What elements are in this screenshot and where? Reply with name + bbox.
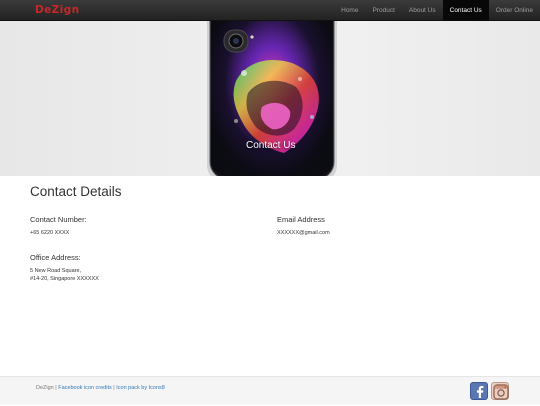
email-address-value[interactable]: XXXXXX@gmail.com — [277, 229, 330, 237]
email-address-label: Email Address — [277, 215, 325, 224]
nav-item-contact-us[interactable]: Contact Us — [442, 0, 489, 21]
facebook-icon[interactable] — [470, 382, 488, 400]
hero-banner: Contact Us — [0, 21, 540, 176]
navbar: DeZign Home Product About Us Contact Us … — [0, 0, 540, 21]
office-address-line1: 5 New Road Square, — [30, 268, 82, 274]
footer-credits: DeZign | Facebook icon credits | Icon pa… — [36, 385, 165, 391]
footer: DeZign | Facebook icon credits | Icon pa… — [0, 376, 540, 405]
instagram-icon[interactable] — [491, 382, 509, 400]
office-address-line2: #14-20, Singapore XXXXXX — [30, 276, 99, 282]
phone-case-image — [207, 21, 337, 176]
brand-logo[interactable]: DeZign — [35, 4, 79, 16]
page-title: Contact Details — [30, 184, 122, 199]
icons8-credits-link[interactable]: Icon pack by Icons8 — [116, 385, 165, 391]
footer-brand: DeZign — [36, 385, 54, 391]
hero-caption: Contact Us — [246, 140, 296, 151]
nav-item-home[interactable]: Home — [334, 0, 365, 21]
nav-item-about-us[interactable]: About Us — [402, 0, 443, 21]
contact-number-label: Contact Number: — [30, 215, 87, 224]
contact-number-value: +65 6220 XXXX — [30, 230, 70, 236]
nav-item-product[interactable]: Product — [365, 0, 401, 21]
office-address-label: Office Address: — [30, 253, 81, 262]
nav-menu: Home Product About Us Contact Us Order O… — [334, 0, 540, 21]
nav-item-order-online[interactable]: Order Online — [489, 0, 540, 21]
facebook-icon-credits-link[interactable]: Facebook icon credits — [58, 385, 112, 391]
